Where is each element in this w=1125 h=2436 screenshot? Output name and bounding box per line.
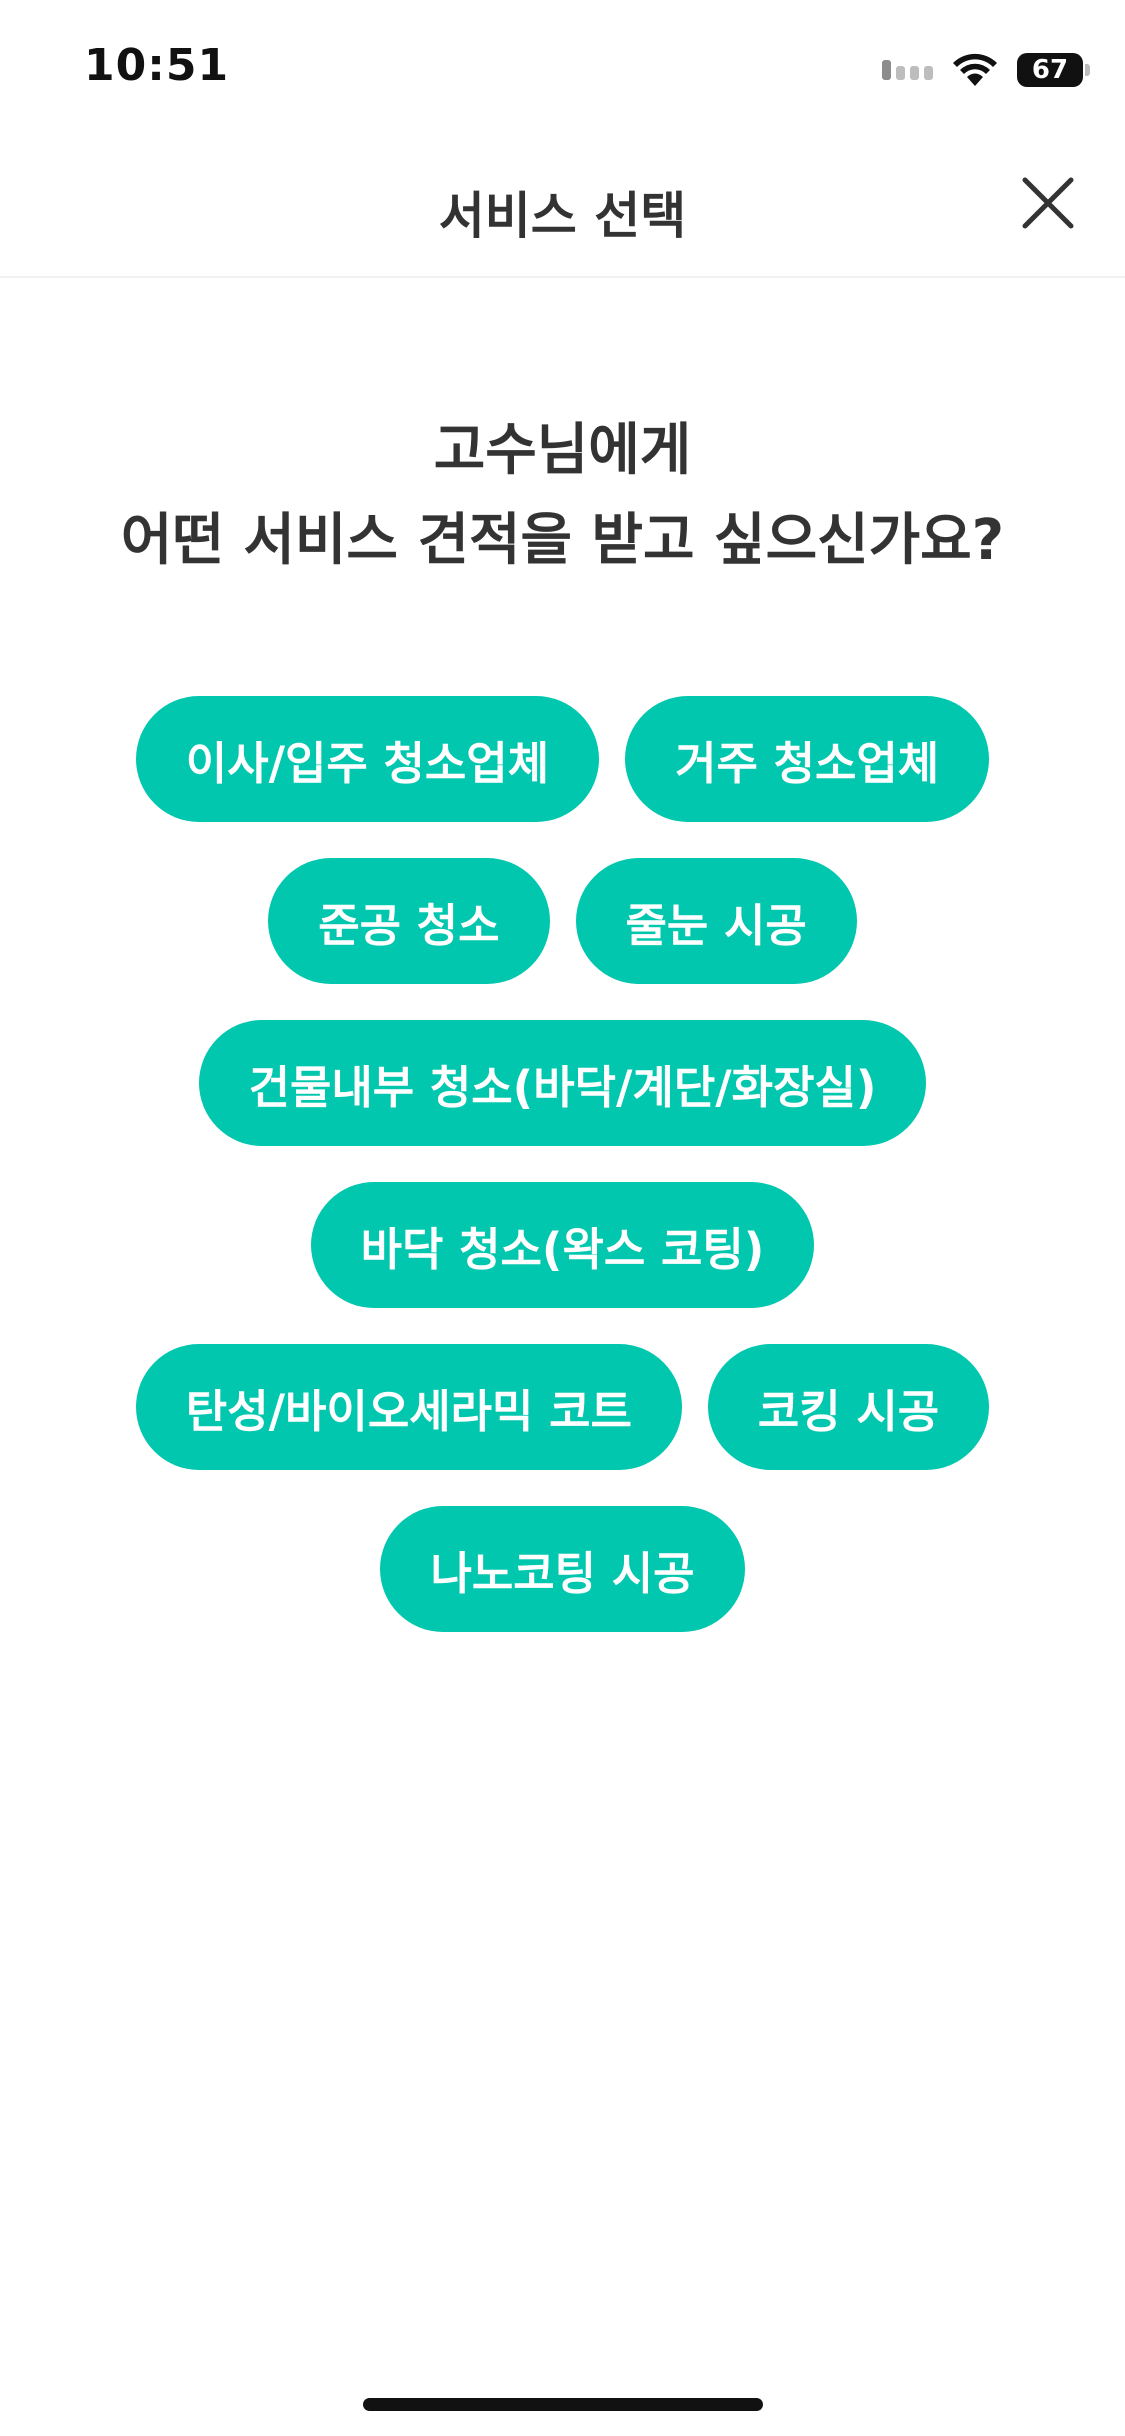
question-line-2: 어떤 서비스 견적을 받고 싶으신가요? — [120, 508, 1005, 573]
service-chip-completion-cleaning[interactable]: 준공 청소 — [268, 858, 550, 984]
signal-icon — [882, 60, 933, 80]
status-icons: 67 — [882, 48, 1090, 92]
service-chip-list: 이사/입주 청소업체 거주 청소업체 준공 청소 줄눈 시공 건물내부 청소(바… — [90, 696, 1035, 1668]
service-chip-move-in-cleaning[interactable]: 이사/입주 청소업체 — [135, 696, 600, 822]
service-chip-caulking-work[interactable]: 코킹 시공 — [707, 1344, 990, 1470]
wifi-icon — [953, 53, 997, 86]
service-chip-nano-coating[interactable]: 나노코팅 시공 — [380, 1506, 745, 1632]
home-indicator — [363, 2398, 763, 2411]
service-chip-residential-cleaning[interactable]: 거주 청소업체 — [625, 696, 990, 822]
chip-row: 건물내부 청소(바닥/계단/화장실) — [90, 1020, 1035, 1146]
close-button[interactable] — [1015, 170, 1081, 236]
battery-level: 67 — [1031, 55, 1069, 85]
service-chip-elastic-bioceramic-coat[interactable]: 탄성/바이오세라믹 코트 — [135, 1344, 682, 1470]
chip-row: 탄성/바이오세라믹 코트 코킹 시공 — [90, 1344, 1035, 1470]
service-chip-grout-work[interactable]: 줄눈 시공 — [575, 858, 857, 984]
status-bar: 10:51 67 — [0, 0, 1125, 140]
question-line-1: 고수님에게 — [433, 418, 692, 483]
chip-row: 바닥 청소(왁스 코팅) — [90, 1182, 1035, 1308]
service-chip-building-interior-cleaning[interactable]: 건물내부 청소(바닥/계단/화장실) — [198, 1020, 927, 1146]
chip-row: 준공 청소 줄눈 시공 — [90, 858, 1035, 984]
battery-icon: 67 — [1017, 53, 1090, 87]
status-time: 10:51 — [84, 40, 230, 91]
chip-row: 이사/입주 청소업체 거주 청소업체 — [90, 696, 1035, 822]
header: 서비스 선택 — [0, 140, 1125, 278]
close-icon — [1022, 177, 1074, 229]
service-chip-floor-wax-cleaning[interactable]: 바닥 청소(왁스 코팅) — [310, 1182, 815, 1308]
question-heading: 고수님에게 어떤 서비스 견적을 받고 싶으신가요? — [0, 406, 1125, 586]
service-selection-screen: 10:51 67 서비스 선택 고수님에게 어떤 서비스 견적을 받고 싶으신가… — [0, 0, 1125, 2436]
page-title: 서비스 선택 — [438, 187, 687, 245]
chip-row: 나노코팅 시공 — [90, 1506, 1035, 1632]
